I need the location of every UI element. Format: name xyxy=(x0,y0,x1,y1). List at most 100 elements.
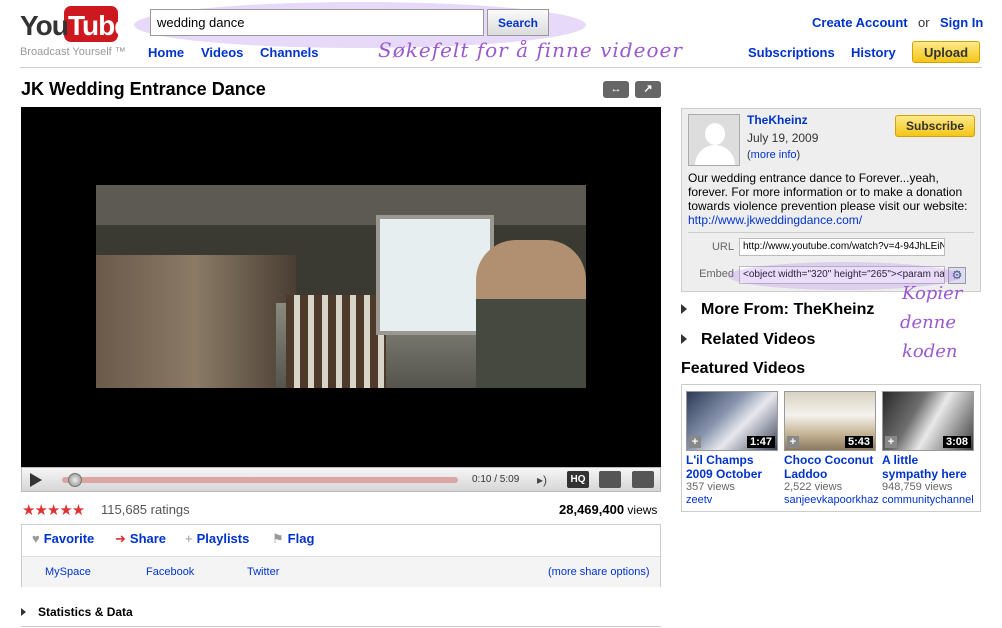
video-title-link[interactable]: sympathy here xyxy=(882,467,974,481)
playlists-button[interactable]: + Playlists xyxy=(185,531,249,546)
statistics-toggle[interactable]: Statistics & Data xyxy=(21,605,133,619)
search-input[interactable] xyxy=(150,9,484,36)
video-duration: 1:47 xyxy=(746,436,775,448)
more-from-toggle[interactable]: More From: TheKheinz xyxy=(681,301,874,319)
widescreen-icon[interactable] xyxy=(599,471,621,488)
share-twitter[interactable]: Twitter xyxy=(247,566,279,578)
video-title-link[interactable]: A little xyxy=(882,453,974,467)
history-link[interactable]: History xyxy=(851,45,896,60)
progress-handle[interactable] xyxy=(67,473,82,487)
popout-icon[interactable]: ↗ xyxy=(635,81,661,98)
featured-videos-heading: Featured Videos xyxy=(681,360,806,377)
fullscreen-icon[interactable] xyxy=(632,471,654,488)
related-videos-toggle[interactable]: Related Videos xyxy=(681,331,815,349)
info-divider xyxy=(688,232,974,233)
search-button[interactable]: Search xyxy=(487,9,549,36)
volume-icon[interactable]: ▸) xyxy=(537,473,553,487)
add-to-queue-icon[interactable]: + xyxy=(885,436,897,448)
hq-button[interactable]: HQ xyxy=(567,471,589,488)
more-from-label: More From: TheKheinz xyxy=(701,301,875,318)
expand-triangle-icon xyxy=(21,608,26,616)
video-channel-link[interactable]: communitychannel xyxy=(882,494,974,507)
video-thumbnail[interactable]: + 5:43 xyxy=(784,391,876,451)
flag-button[interactable]: ⚑ Flag xyxy=(272,531,314,547)
video-player[interactable] xyxy=(21,107,661,467)
url-label: URL xyxy=(711,241,734,253)
share-facebook[interactable]: Facebook xyxy=(146,566,194,578)
featured-video[interactable]: + 1:47 L'il Champs 2009 October 357 view… xyxy=(686,391,778,507)
sign-in-link[interactable]: Sign In xyxy=(940,15,983,30)
uploader-link[interactable]: TheKheinz xyxy=(747,113,808,127)
video-duration: 5:43 xyxy=(844,436,873,448)
youtube-logo[interactable]: You Tube Broadcast Yourself ™ xyxy=(20,4,130,62)
plus-icon: + xyxy=(185,531,193,546)
more-share-options[interactable]: (more share options) xyxy=(548,566,650,578)
add-to-queue-icon[interactable]: + xyxy=(689,436,701,448)
more-info-link[interactable]: more info xyxy=(751,149,797,161)
logo-tagline: Broadcast Yourself ™ xyxy=(20,46,126,58)
subscribe-button[interactable]: Subscribe xyxy=(895,115,975,137)
video-title-link[interactable]: Choco Coconut xyxy=(784,453,876,467)
embed-label: Embed xyxy=(699,268,734,280)
video-scene-pews xyxy=(286,295,386,388)
copy-annotation-line-2: denne xyxy=(900,312,957,333)
rating-stars[interactable]: ★★★★★ xyxy=(22,501,85,519)
flag-label: Flag xyxy=(287,531,315,546)
logo-you: You xyxy=(20,10,69,41)
video-channel-link[interactable]: sanjeevkapoorkhaz xyxy=(784,494,879,507)
related-videos-label: Related Videos xyxy=(701,331,816,348)
upload-button[interactable]: Upload xyxy=(912,41,980,63)
avatar-head xyxy=(705,123,725,145)
video-thumbnail[interactable]: + 1:47 xyxy=(686,391,778,451)
embed-field[interactable]: <object width="320" height="265"><param … xyxy=(739,266,945,284)
progress-bar[interactable] xyxy=(62,477,458,483)
share-myspace[interactable]: MySpace xyxy=(45,566,91,578)
video-title-link[interactable]: 2009 October xyxy=(686,467,778,481)
statistics-label: Statistics & Data xyxy=(38,605,133,619)
share-label: Share xyxy=(129,531,167,546)
search-annotation: Søkefelt for å finne videoer xyxy=(378,38,683,62)
add-to-queue-icon[interactable]: + xyxy=(787,436,799,448)
favorite-label: Favorite xyxy=(43,531,95,546)
time-display: 0:10 / 5:09 xyxy=(472,474,520,485)
avatar[interactable] xyxy=(688,114,740,166)
subscriptions-link[interactable]: Subscriptions xyxy=(748,45,835,60)
share-button[interactable]: ➜ Share xyxy=(115,531,166,547)
favorite-button[interactable]: ♥ Favorite xyxy=(32,531,94,546)
nav-home[interactable]: Home xyxy=(148,45,184,60)
gear-icon[interactable]: ⚙ xyxy=(948,267,966,284)
upload-date: July 19, 2009 xyxy=(747,131,819,145)
copy-annotation-line-1: Kopier xyxy=(902,283,963,304)
video-scene-guests xyxy=(96,255,296,388)
expand-icon[interactable]: ↔ xyxy=(603,81,629,98)
create-account-link[interactable]: Create Account xyxy=(812,15,908,30)
bottom-divider xyxy=(21,626,661,627)
featured-video[interactable]: + 3:08 A little sympathy here 948,759 vi… xyxy=(882,391,974,507)
website-link[interactable]: http://www.jkweddingdance.com/ xyxy=(688,213,862,227)
ratings-count: 115,685 ratings xyxy=(101,502,190,517)
video-views: 2,522 views xyxy=(784,481,843,493)
video-scene-guest-foreground xyxy=(476,240,586,388)
view-count: 28,469,400 views xyxy=(559,502,657,517)
featured-video[interactable]: + 5:43 Choco Coconut Laddoo 2,522 views … xyxy=(784,391,879,507)
url-field[interactable]: http://www.youtube.com/watch?v=4-94JhLEi… xyxy=(739,238,945,256)
video-title-link[interactable]: L'il Champs xyxy=(686,453,778,467)
play-icon[interactable] xyxy=(30,473,42,487)
nav-channels[interactable]: Channels xyxy=(260,45,319,60)
video-title-link[interactable]: Laddoo xyxy=(784,467,876,481)
heart-icon: ♥ xyxy=(32,531,40,546)
video-info-panel: TheKheinz July 19, 2009 (more info) Subs… xyxy=(681,108,981,292)
share-options: MySpace Facebook Twitter (more share opt… xyxy=(22,556,660,587)
nav-videos[interactable]: Videos xyxy=(201,45,243,60)
avatar-body xyxy=(695,145,735,165)
view-count-label: views xyxy=(627,503,658,517)
video-thumbnail[interactable]: + 3:08 xyxy=(882,391,974,451)
copy-annotation-line-3: koden xyxy=(902,341,958,362)
video-scene-ceiling xyxy=(96,185,586,225)
flag-icon: ⚑ xyxy=(272,531,284,546)
video-channel-link[interactable]: zeetv xyxy=(686,494,778,507)
video-views: 948,759 views xyxy=(882,481,953,493)
more-info: (more info) xyxy=(747,149,801,161)
playlists-label: Playlists xyxy=(196,531,250,546)
video-frame xyxy=(96,185,586,388)
